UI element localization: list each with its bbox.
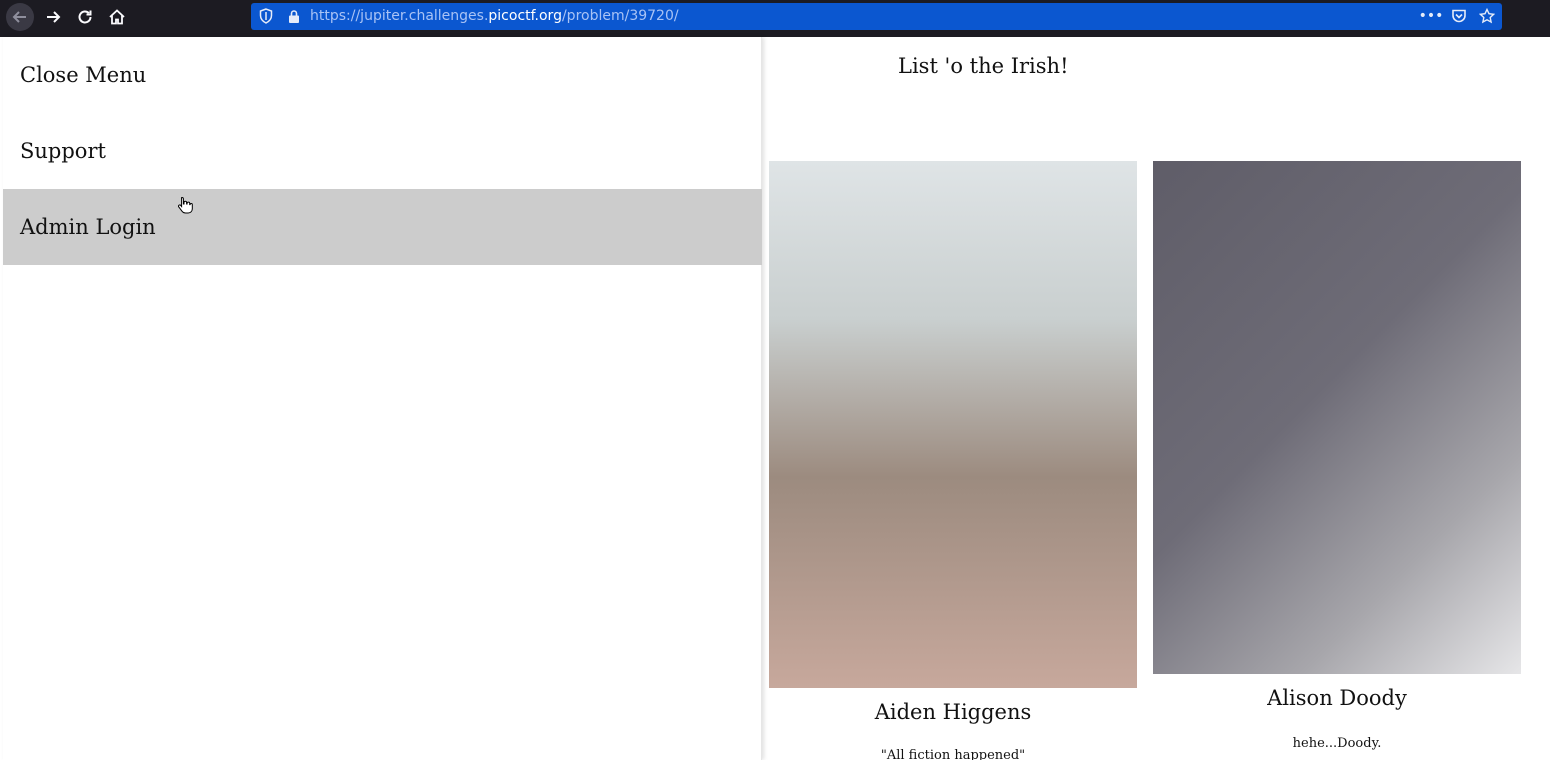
browser-toolbar: https://jupiter.challenges.picoctf.org/p… <box>0 0 1550 37</box>
close-menu-link[interactable]: Close Menu <box>3 37 762 113</box>
side-menu: Close Menu Support Admin Login <box>3 37 762 760</box>
home-icon <box>109 9 125 25</box>
person-photo <box>769 161 1137 688</box>
url-text[interactable]: https://jupiter.challenges.picoctf.org/p… <box>310 8 679 24</box>
lock-icon[interactable] <box>287 9 301 24</box>
person-name: Alison Doody <box>1267 686 1407 710</box>
home-button[interactable] <box>103 3 131 31</box>
back-button[interactable] <box>6 3 34 31</box>
back-arrow-icon <box>12 11 26 23</box>
person-quote: hehe...Doody. <box>1292 736 1382 751</box>
forward-button[interactable] <box>39 3 67 31</box>
person-card: Aiden Higgens "All fiction happened" <box>769 161 1137 760</box>
reload-button[interactable] <box>71 3 99 31</box>
hand-cursor-icon <box>177 196 193 214</box>
pocket-icon[interactable] <box>1450 7 1468 25</box>
forward-arrow-icon <box>47 11 61 23</box>
admin-login-link[interactable]: Admin Login <box>3 189 762 265</box>
person-name: Aiden Higgens <box>874 700 1032 724</box>
more-icon[interactable]: ••• <box>1419 7 1444 25</box>
star-icon[interactable] <box>1478 7 1496 25</box>
support-link[interactable]: Support <box>3 113 762 189</box>
shield-icon[interactable] <box>259 8 273 24</box>
person-card: Alison Doody hehe...Doody. <box>1153 161 1521 760</box>
url-prefix: https://jupiter.challenges. <box>310 8 489 24</box>
person-quote: "All fiction happened" <box>880 748 1026 760</box>
person-photo <box>1153 161 1521 674</box>
url-domain: picoctf.org <box>488 8 562 24</box>
url-bar[interactable]: https://jupiter.challenges.picoctf.org/p… <box>251 3 1502 30</box>
reload-icon <box>78 10 92 24</box>
page-title: List 'o the Irish! <box>898 54 1069 78</box>
url-path: /problem/39720/ <box>561 8 679 24</box>
